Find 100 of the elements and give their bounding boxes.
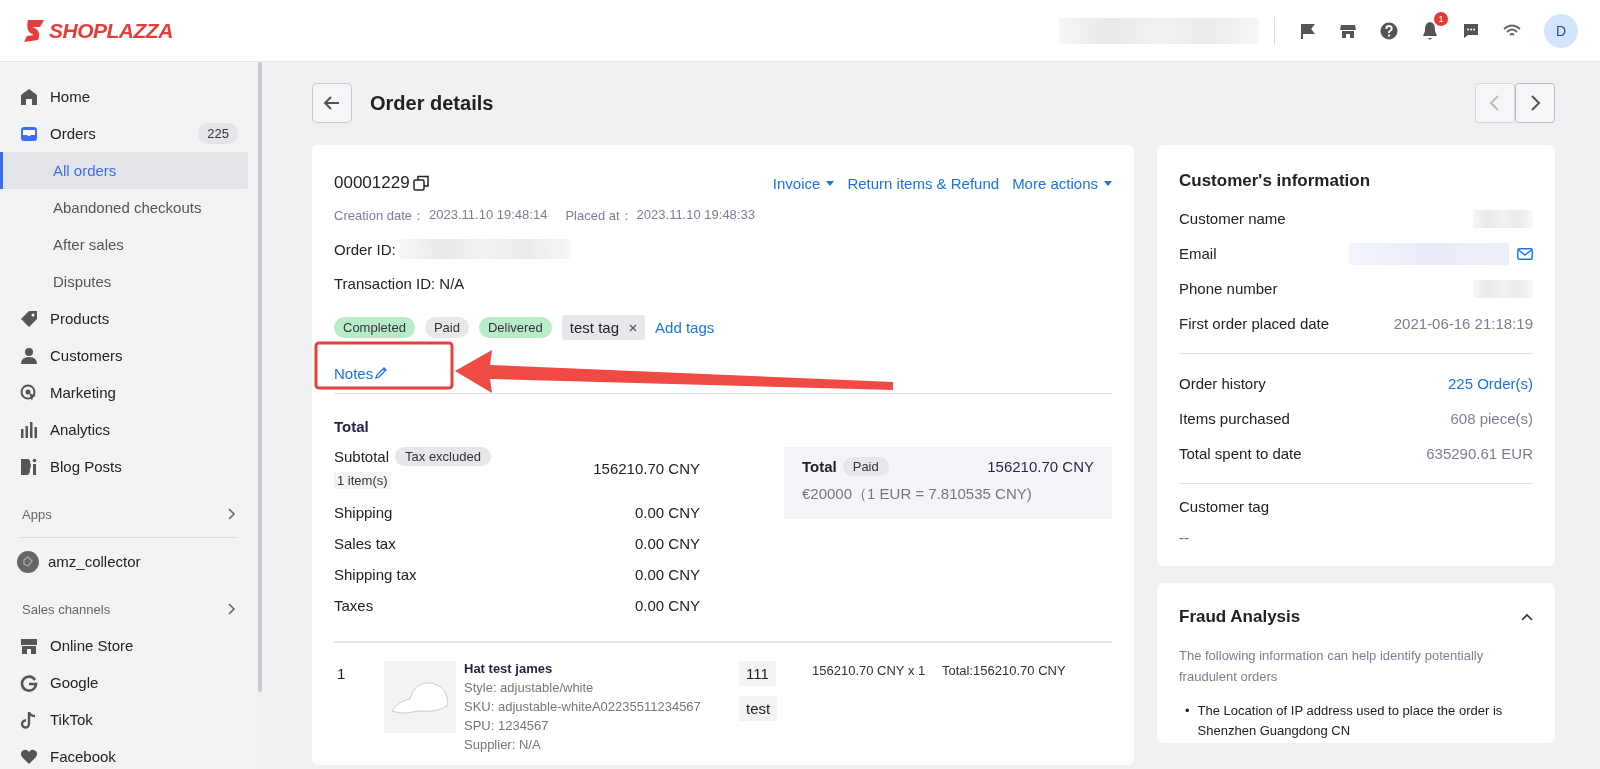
description-text: The following information can help identify potentially fraudulent orders [1179, 647, 1485, 686]
card-title: Customer's information [1179, 171, 1372, 191]
row-value: 0.00 CNY [634, 566, 700, 583]
flag-icon[interactable] [1298, 21, 1316, 40]
item-index: 1 [336, 665, 347, 682]
add-tags-link[interactable]: Add tags [655, 319, 715, 336]
row-value: -- [1179, 529, 1190, 546]
page-title: Order details [370, 91, 495, 115]
row-value: 608 piece(s) [1450, 410, 1533, 427]
chevron-right-icon[interactable] [228, 508, 236, 520]
sidebar-item[interactable]: Analytics [0, 411, 258, 448]
chevron-up-icon[interactable] [1521, 613, 1533, 621]
home-icon [20, 87, 38, 106]
transaction-id: Transaction ID: N/A [334, 273, 466, 293]
sidebar-subitem[interactable]: After sales [0, 226, 248, 263]
heart-icon [20, 747, 38, 766]
paid-badge: Paid [842, 457, 889, 476]
product-name[interactable]: Hat test james [464, 661, 739, 676]
sidebar-item[interactable]: Online Store [0, 627, 258, 664]
next-button[interactable] [1515, 83, 1555, 123]
section-heading: Total [334, 418, 370, 435]
back-button[interactable] [312, 83, 352, 123]
row-value: 2021-06-16 21:18:19 [1393, 315, 1533, 332]
row-value: 635290.61 EUR [1426, 445, 1533, 462]
sidebar-item[interactable]: Google [0, 664, 258, 701]
close-icon[interactable] [629, 323, 638, 332]
sidebar-subitem[interactable]: Abandoned checkouts [0, 189, 248, 226]
target-icon [20, 383, 38, 402]
row-value: 0.00 CNY [634, 504, 700, 521]
date-label: Placed at： [565, 207, 633, 225]
order-history-link[interactable]: 225 Order(s) [1447, 375, 1533, 392]
row-value: 0.00 CNY [634, 535, 700, 552]
sidebar-item[interactable]: TikTok [0, 701, 258, 738]
row-label: First order placed date [1179, 315, 1330, 332]
sidebar-item[interactable]: Customers [0, 337, 258, 374]
date-value: 2023.11.10 19:48:14 [429, 207, 548, 224]
product-detail: Style: adjustable/white [464, 680, 595, 695]
copy-icon[interactable] [412, 175, 429, 191]
card-title: Fraud Analysis [1179, 607, 1301, 627]
wifi-icon [1503, 23, 1521, 38]
row-label: Total spent to date [1179, 445, 1302, 462]
product-detail: Supplier: N/A [464, 737, 542, 752]
section-label: Apps [22, 506, 52, 522]
bar-chart-icon [20, 420, 38, 439]
item-price: 156210.70 CNY x 1 [812, 662, 927, 680]
sidebar-item[interactable]: amz_collector [0, 543, 258, 580]
total-value: 156210.70 CNY [987, 458, 1094, 475]
row-label: Customer tag [1179, 498, 1271, 515]
row-label: Items purchased [1179, 410, 1290, 427]
scrollbar[interactable] [258, 62, 262, 692]
avatar[interactable]: D [1544, 13, 1578, 48]
blog-icon [20, 457, 38, 476]
count-badge: 225 [198, 123, 238, 144]
music-note-icon [20, 710, 38, 729]
item-total: Total:156210.70 CNY [942, 662, 1066, 680]
chat-icon[interactable] [1462, 21, 1480, 40]
chevron-right-icon[interactable] [228, 603, 236, 615]
exchange-rate: €20000（1 EUR = 7.810535 CNY) [802, 485, 1033, 504]
notes-link[interactable]: Notes [334, 362, 389, 384]
row-value: 0.00 CNY [634, 597, 700, 614]
inbox-icon [20, 124, 38, 143]
product-detail: SPU: 1234567 [464, 718, 550, 733]
tag-icon [20, 309, 38, 328]
sidebar-subitem[interactable]: All orders [0, 152, 248, 189]
item-count: 1 item(s) [334, 472, 391, 489]
status-badge: Paid [424, 317, 469, 338]
bell-icon[interactable] [1421, 20, 1439, 41]
action-link[interactable]: More actions [1012, 174, 1112, 192]
tag-chip: test tag [561, 315, 646, 340]
field-label: Order ID: [334, 240, 396, 258]
row-value: 156210.70 CNY [593, 459, 700, 477]
pencil-icon [374, 366, 389, 380]
bullet-mark: • [1185, 702, 1190, 720]
bullet-text: The Location of IP address used to place the order is Shenzhen Guangdong CN [1197, 702, 1504, 740]
sidebar-item[interactable]: Blog Posts [0, 448, 258, 485]
sidebar-item[interactable]: Facebook [0, 738, 258, 769]
action-link[interactable]: Invoice [772, 174, 835, 192]
row-label: Taxes [334, 597, 374, 614]
row-label: Customer name [1179, 210, 1286, 227]
sidebar-subitem[interactable]: Disputes [0, 263, 248, 300]
person-icon [20, 346, 38, 365]
notification-badge: 1 [1434, 11, 1448, 26]
item-tag: test [739, 696, 778, 721]
sidebar-item[interactable]: Home [0, 78, 258, 115]
row-label: Email [1179, 245, 1217, 262]
help-icon[interactable] [1380, 21, 1398, 40]
order-number: 00001229 [334, 173, 410, 193]
logo-icon [22, 17, 46, 44]
tax-badge: Tax excluded [395, 447, 491, 466]
sidebar-item[interactable]: Marketing [0, 374, 258, 411]
mail-icon[interactable] [1517, 247, 1533, 260]
row-label: Shipping [334, 504, 393, 521]
row-label: Order history [1179, 375, 1266, 392]
sidebar-item[interactable]: Products [0, 300, 258, 337]
row-label: Subtotal [334, 448, 390, 465]
total-label: Total [802, 458, 837, 475]
action-link[interactable]: Return items & Refund [847, 174, 1000, 192]
sidebar-item[interactable]: Orders 225 [0, 115, 258, 152]
g-letter-icon [20, 673, 38, 692]
item-tag: 111 [739, 661, 776, 686]
